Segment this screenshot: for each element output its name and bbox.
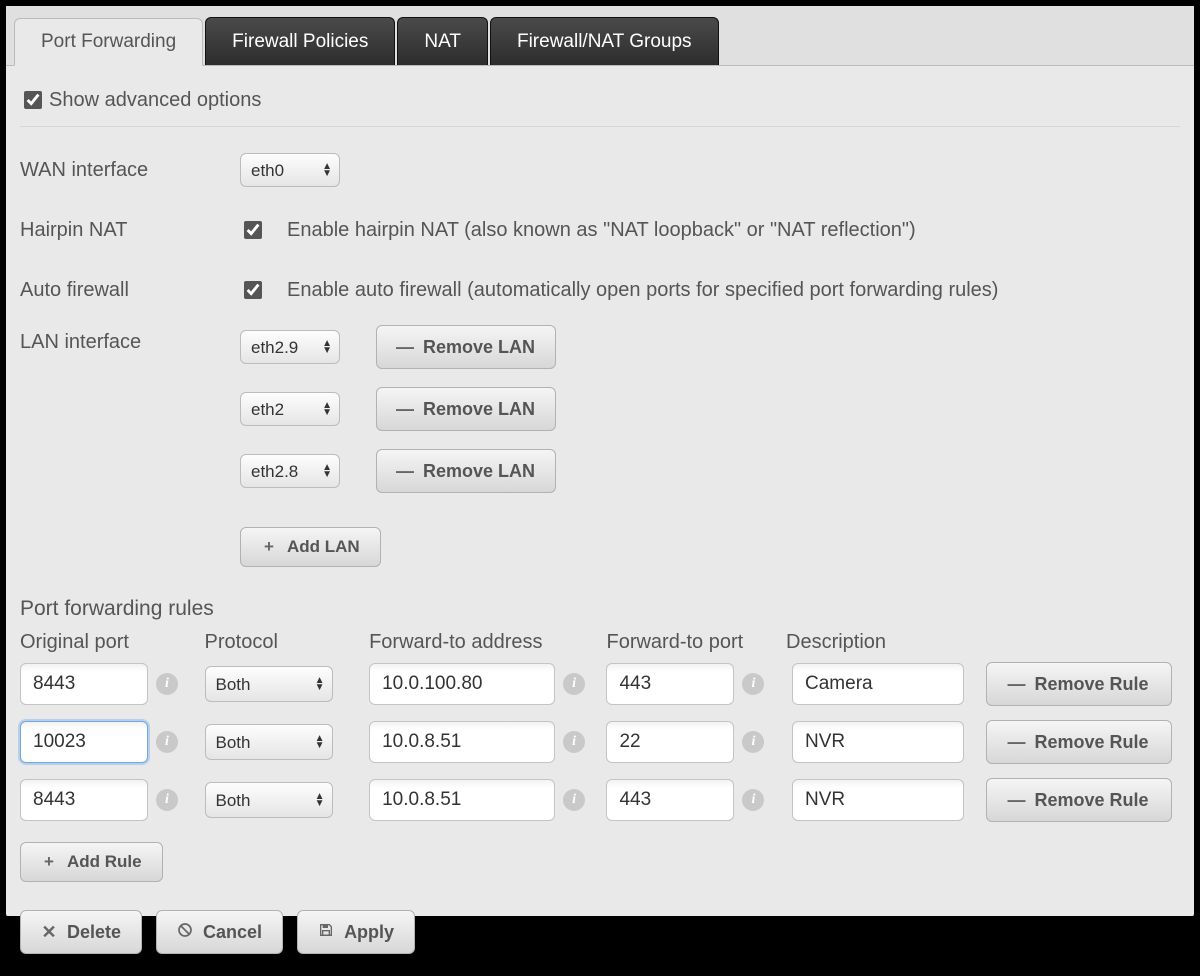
- remove-rule-label: Remove Rule: [1034, 674, 1148, 695]
- show-advanced-checkbox[interactable]: [24, 91, 42, 109]
- autofw-checkbox[interactable]: [244, 281, 262, 299]
- tab-bar: Port Forwarding Firewall Policies NAT Fi…: [6, 6, 1194, 66]
- forward-to-address-input[interactable]: [369, 721, 555, 763]
- col-description: Description: [786, 631, 985, 654]
- plus-icon: +: [261, 539, 277, 555]
- original-port-input[interactable]: [20, 721, 148, 763]
- minus-icon: —: [1008, 792, 1024, 808]
- remove-rule-button[interactable]: — Remove Rule: [986, 778, 1172, 822]
- info-icon[interactable]: i: [156, 731, 178, 753]
- lan-item: eth2.8▲▼—Remove LAN: [240, 449, 556, 493]
- lan-item: eth2.9▲▼—Remove LAN: [240, 325, 556, 369]
- delete-label: Delete: [67, 922, 121, 943]
- apply-label: Apply: [344, 922, 394, 943]
- col-fwd-address: Forward-to address: [369, 631, 606, 654]
- remove-rule-label: Remove Rule: [1034, 732, 1148, 753]
- info-icon[interactable]: i: [563, 673, 585, 695]
- protocol-select[interactable]: Both: [205, 782, 333, 818]
- rule-row: iBoth▲▼ii—Remove Rule: [20, 720, 1180, 764]
- description-input[interactable]: [792, 721, 964, 763]
- rule-row: iBoth▲▼ii—Remove Rule: [20, 662, 1180, 706]
- ban-icon: [177, 922, 193, 943]
- panel: Port Forwarding Firewall Policies NAT Fi…: [6, 6, 1194, 916]
- minus-icon: —: [397, 339, 413, 355]
- cancel-label: Cancel: [203, 922, 262, 943]
- info-icon[interactable]: i: [563, 731, 585, 753]
- lan-interface-select[interactable]: eth2.8: [240, 454, 340, 488]
- tab-body: Show advanced options WAN interface eth0…: [6, 66, 1194, 976]
- lan-interface-select[interactable]: eth2.9: [240, 330, 340, 364]
- forward-to-address-input[interactable]: [369, 779, 555, 821]
- forward-to-address-input[interactable]: [369, 663, 555, 705]
- info-icon[interactable]: i: [563, 789, 585, 811]
- minus-icon: —: [397, 463, 413, 479]
- minus-icon: —: [397, 401, 413, 417]
- info-icon[interactable]: i: [156, 789, 178, 811]
- add-lan-label: Add LAN: [287, 537, 360, 557]
- autofw-desc: Enable auto firewall (automatically open…: [287, 279, 998, 302]
- remove-lan-button[interactable]: — Remove LAN: [376, 325, 556, 369]
- tab-firewall-nat-groups[interactable]: Firewall/NAT Groups: [490, 17, 719, 65]
- info-icon[interactable]: i: [742, 673, 764, 695]
- x-icon: ✕: [41, 924, 57, 940]
- remove-lan-label: Remove LAN: [423, 399, 535, 420]
- wan-label: WAN interface: [20, 159, 240, 182]
- tab-port-forwarding[interactable]: Port Forwarding: [14, 18, 203, 66]
- cancel-button[interactable]: Cancel: [156, 910, 283, 954]
- plus-icon: +: [41, 854, 57, 870]
- apply-button[interactable]: Apply: [297, 910, 415, 954]
- hairpin-label: Hairpin NAT: [20, 219, 240, 242]
- tab-firewall-policies[interactable]: Firewall Policies: [205, 17, 395, 65]
- show-advanced-label: Show advanced options: [49, 89, 261, 112]
- settings-form: WAN interface eth0 ▲▼ Hairpin NAT: [20, 145, 1180, 567]
- window-frame: Port Forwarding Firewall Policies NAT Fi…: [0, 0, 1200, 916]
- tab-nat[interactable]: NAT: [397, 17, 488, 65]
- description-input[interactable]: [792, 779, 964, 821]
- info-icon[interactable]: i: [156, 673, 178, 695]
- lan-item: eth2▲▼—Remove LAN: [240, 387, 556, 431]
- remove-rule-button[interactable]: — Remove Rule: [986, 720, 1172, 764]
- remove-rule-button[interactable]: — Remove Rule: [986, 662, 1172, 706]
- hairpin-checkbox[interactable]: [244, 221, 262, 239]
- add-rule-label: Add Rule: [67, 852, 142, 872]
- forward-to-port-input[interactable]: [606, 779, 734, 821]
- add-rule-button[interactable]: + Add Rule: [20, 842, 163, 882]
- remove-lan-button[interactable]: — Remove LAN: [376, 387, 556, 431]
- hairpin-desc: Enable hairpin NAT (also known as "NAT l…: [287, 219, 916, 242]
- original-port-input[interactable]: [20, 663, 148, 705]
- info-icon[interactable]: i: [742, 731, 764, 753]
- col-protocol: Protocol: [205, 631, 370, 654]
- footer-actions: ✕ Delete Cancel Apply: [20, 910, 1180, 954]
- lan-row: LAN interface eth2.9▲▼—Remove LANeth2▲▼—…: [20, 325, 1180, 567]
- original-port-input[interactable]: [20, 779, 148, 821]
- hairpin-row: Hairpin NAT Enable hairpin NAT (also kno…: [20, 205, 1180, 255]
- rule-row: iBoth▲▼ii—Remove Rule: [20, 778, 1180, 822]
- rules-header: Original port Protocol Forward-to addres…: [20, 631, 1180, 654]
- remove-lan-button[interactable]: — Remove LAN: [376, 449, 556, 493]
- remove-lan-label: Remove LAN: [423, 461, 535, 482]
- rules-title: Port forwarding rules: [20, 597, 1180, 621]
- protocol-select[interactable]: Both: [205, 666, 333, 702]
- info-icon[interactable]: i: [742, 789, 764, 811]
- minus-icon: —: [1008, 734, 1024, 750]
- col-fwd-port: Forward-to port: [606, 631, 786, 654]
- delete-button[interactable]: ✕ Delete: [20, 910, 142, 954]
- wan-interface-select[interactable]: eth0: [240, 153, 340, 187]
- forward-to-port-input[interactable]: [606, 721, 734, 763]
- autofw-label: Auto firewall: [20, 279, 240, 302]
- wan-row: WAN interface eth0 ▲▼: [20, 145, 1180, 195]
- lan-label: LAN interface: [20, 325, 240, 354]
- description-input[interactable]: [792, 663, 964, 705]
- save-icon: [318, 922, 334, 943]
- add-lan-button[interactable]: + Add LAN: [240, 527, 381, 567]
- forward-to-port-input[interactable]: [606, 663, 734, 705]
- autofw-row: Auto firewall Enable auto firewall (auto…: [20, 265, 1180, 315]
- protocol-select[interactable]: Both: [205, 724, 333, 760]
- lan-interface-select[interactable]: eth2: [240, 392, 340, 426]
- remove-rule-label: Remove Rule: [1034, 790, 1148, 811]
- advanced-options-row: Show advanced options: [20, 82, 1180, 127]
- minus-icon: —: [1008, 676, 1024, 692]
- remove-lan-label: Remove LAN: [423, 337, 535, 358]
- col-original-port: Original port: [20, 631, 205, 654]
